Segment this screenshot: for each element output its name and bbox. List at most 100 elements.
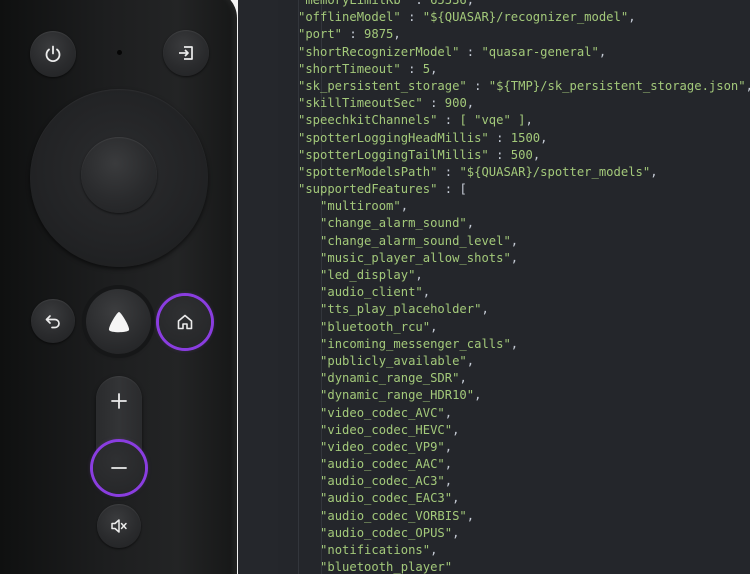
code-tail: , <box>525 113 533 128</box>
code-line: "music_player_allow_shots", <box>298 250 750 267</box>
code-line: "tts_play_placeholder", <box>298 301 750 318</box>
code-line: "notifications", <box>298 542 750 559</box>
code-tail: , <box>466 508 475 523</box>
code-line: "incoming_messenger_calls", <box>298 336 750 353</box>
code-line: "bluetooth_rcu", <box>298 319 750 336</box>
code-line: "video_codec_VP9", <box>298 439 750 456</box>
power-button[interactable] <box>30 31 76 77</box>
code-value: [ <box>459 182 467 197</box>
code-tail: , <box>510 336 519 351</box>
code-sep: : <box>422 96 445 111</box>
code-key: "skillTimeoutSec" <box>298 96 423 111</box>
code-key: "memoryLimitKb" <box>298 0 409 7</box>
code-tail: , <box>415 268 423 282</box>
code-tail: , <box>474 388 482 403</box>
code-sep: : <box>437 164 460 179</box>
code-tail: , <box>510 233 519 248</box>
code-tail: , <box>481 302 489 317</box>
code-line: "spotterModelsPath" : "${QUASAR}/spotter… <box>298 164 750 181</box>
code-value: "dynamic_range_HDR10" <box>320 388 475 403</box>
code-sep: : <box>437 113 460 128</box>
code-value: "dynamic_range_SDR" <box>320 371 460 386</box>
code-value: "multiroom" <box>320 199 401 214</box>
volume-up-button[interactable] <box>96 378 142 424</box>
code-tail: , <box>466 216 475 231</box>
code-sep: : <box>400 61 423 76</box>
code-line: "multiroom", <box>298 198 750 215</box>
code-line: "led_display", <box>298 267 750 284</box>
home-button[interactable] <box>159 296 211 348</box>
code-line: "offlineModel" : "${QUASAR}/recognizer_m… <box>298 9 750 26</box>
code-line: "memoryLimitKb" : 65536, <box>298 0 750 9</box>
code-tail: , <box>650 164 658 179</box>
input-button[interactable] <box>163 30 209 76</box>
code-value: "publicly_available" <box>320 353 467 368</box>
alice-button[interactable] <box>86 289 151 354</box>
code-value: 65536 <box>430 0 467 7</box>
code-tail: , <box>510 250 519 265</box>
code-value: "audio_client" <box>320 285 423 300</box>
back-icon <box>45 315 60 329</box>
code-line: "sk_persistent_storage" : "${TMP}/sk_per… <box>298 78 750 95</box>
code-tail: , <box>430 543 438 557</box>
back-button[interactable] <box>31 299 75 343</box>
remote-photo <box>0 0 238 574</box>
code-tail: , <box>444 405 453 420</box>
code-value: "audio_codec_AAC" <box>320 457 445 472</box>
code-tail: , <box>430 319 438 334</box>
code-tail: , <box>393 27 401 42</box>
code-line: "shortTimeout" : 5, <box>298 61 750 78</box>
code-value: "video_codec_VP9" <box>320 439 445 454</box>
code-tail: , <box>459 371 467 386</box>
code-value: "notifications" <box>320 543 431 557</box>
code-tail: , <box>598 44 607 59</box>
code-value: "video_codec_HEVC" <box>320 422 453 437</box>
code-sep: : <box>342 27 365 42</box>
code-value: "video_codec_AVC" <box>320 405 445 420</box>
alice-icon <box>108 311 129 332</box>
code-value: "change_alarm_sound_level" <box>320 233 511 248</box>
json-code-block[interactable]: "memoryLimitKb" : 65536, "offlineModel" :… <box>298 0 750 574</box>
code-value: 1500 <box>510 130 541 145</box>
mute-button[interactable] <box>97 504 141 548</box>
code-key: "spotterLoggingHeadMillis" <box>298 130 489 145</box>
volume-down-button[interactable] <box>93 442 145 494</box>
code-tail: , <box>466 0 475 7</box>
code-tail: , <box>444 474 453 489</box>
code-editor[interactable]: "memoryLimitKb" : 65536, "offlineModel" :… <box>238 0 750 574</box>
code-line: "audio_codec_EAC3", <box>298 490 750 507</box>
code-line: "supportedFeatures" : [ <box>298 181 750 198</box>
code-key: "speechkitChannels" <box>298 113 438 128</box>
editor-gutter <box>238 0 278 574</box>
code-line: "audio_codec_OPUS", <box>298 525 750 542</box>
code-value: "bluetooth_rcu" <box>320 319 431 334</box>
code-value: "tts_play_placeholder" <box>320 302 482 317</box>
code-tail: , <box>746 79 750 93</box>
code-sep: : <box>466 78 489 93</box>
code-key: "supportedFeatures" <box>298 182 438 197</box>
code-tail: , <box>540 130 548 145</box>
code-value: "music_player_allow_shots" <box>320 250 511 265</box>
code-key: "shortRecognizerModel" <box>298 44 460 59</box>
code-line: "change_alarm_sound_level", <box>298 233 750 250</box>
code-key: "sk_persistent_storage" <box>298 78 467 93</box>
code-value: "quasar-general" <box>481 44 599 59</box>
dpad-ok-button[interactable] <box>81 137 157 213</box>
code-tail: , <box>452 422 460 437</box>
code-value: "change_alarm_sound" <box>320 216 467 231</box>
code-sep: : <box>408 0 431 7</box>
code-key: "shortTimeout" <box>298 61 401 76</box>
code-line: "dynamic_range_HDR10", <box>298 387 750 404</box>
